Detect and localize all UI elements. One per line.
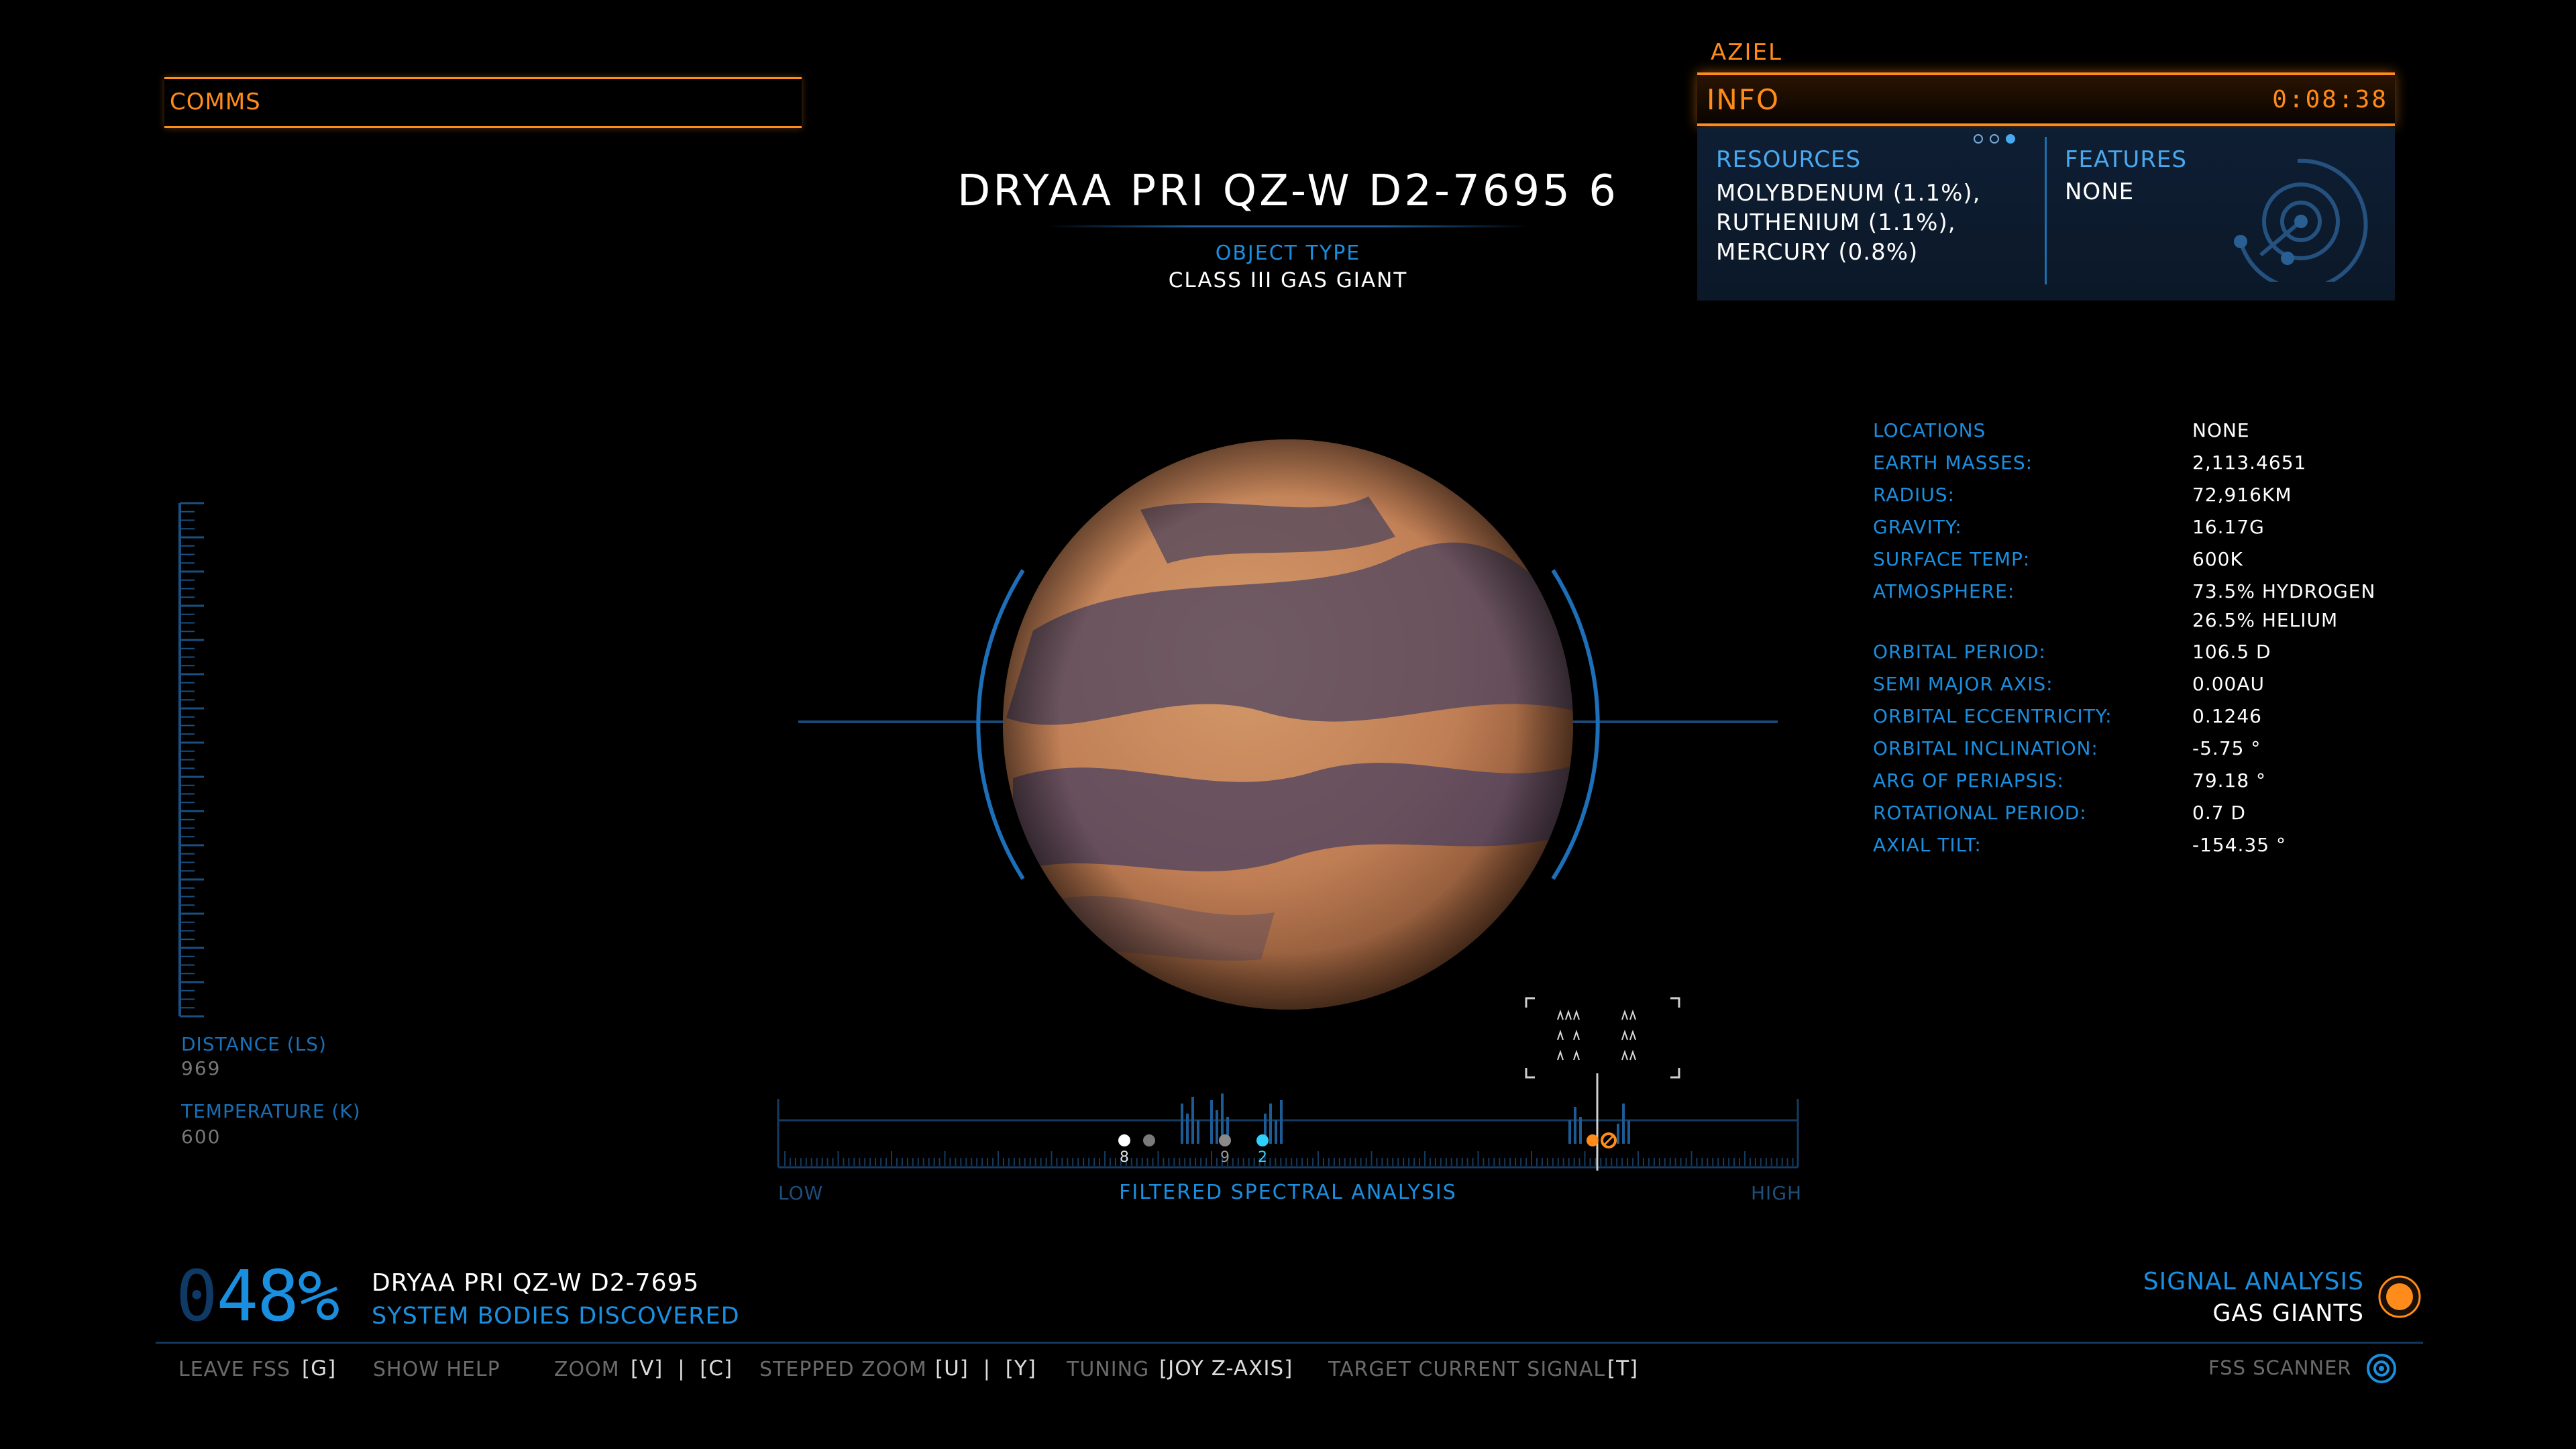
fss-scanner-icon[interactable] <box>2365 1352 2398 1385</box>
signal-type-icon <box>2378 1275 2421 1318</box>
spectrum-marker[interactable]: 8 <box>1118 1134 1130 1166</box>
signal-waveform <box>1557 1009 1636 1061</box>
stat-label: SEMI MAJOR AXIS: <box>1873 673 2053 695</box>
stat-label: ARG OF PERIAPSIS: <box>1873 769 2064 792</box>
info-body: RESOURCES MOLYBDENUM (1.1%), RUTHENIUM (… <box>1697 127 2395 301</box>
stat-value: 600K <box>2192 548 2243 570</box>
page-dot-2[interactable] <box>1990 134 1999 144</box>
spectrum-low-label: LOW <box>778 1182 824 1204</box>
discovery-percent: 048% <box>176 1261 339 1331</box>
marker-label: 9 <box>1220 1149 1230 1166</box>
signal-peaks <box>1181 1093 1630 1144</box>
stat-label: EARTH MASSES: <box>1873 451 2033 474</box>
info-header[interactable]: INFO 0:08:38 <box>1697 72 2395 126</box>
spectrum-high-label: HIGH <box>1751 1182 1803 1204</box>
signal-target-bracket <box>1525 997 1680 1079</box>
distance-value: 969 <box>181 1057 221 1079</box>
stat-value: 26.5% HELIUM <box>2192 609 2339 631</box>
stat-label: LOCATIONS <box>1873 419 1986 441</box>
tuning-label[interactable]: TUNING <box>1067 1358 1149 1381</box>
stat-label: ORBITAL INCLINATION: <box>1873 737 2098 759</box>
stat-label: ATMOSPHERE: <box>1873 580 2015 602</box>
stat-value: 0.1246 <box>2192 705 2262 727</box>
title-underline <box>1046 225 1529 227</box>
session-timer: 0:08:38 <box>2272 86 2388 113</box>
stat-value: -154.35 ° <box>2192 834 2286 856</box>
spectrum-marker[interactable] <box>1143 1134 1155 1146</box>
stat-label: RADIUS: <box>1873 484 1955 506</box>
stat-value: 73.5% HYDROGEN <box>2192 580 2376 602</box>
signal-analysis-value: GAS GIANTS <box>2212 1300 2364 1327</box>
stat-label: GRAVITY: <box>1873 516 1962 538</box>
spectrum-marker-gas-giant[interactable] <box>1587 1132 1617 1148</box>
leave-fss-label[interactable]: LEAVE FSS <box>178 1358 290 1381</box>
stat-label: ROTATIONAL PERIOD: <box>1873 802 2087 824</box>
zoom-label[interactable]: ZOOM <box>554 1358 620 1381</box>
radar-icon <box>2234 158 2368 282</box>
stat-label: AXIAL TILT: <box>1873 834 1982 856</box>
stat-value: 106.5 D <box>2192 641 2271 663</box>
stat-value: 0.00AU <box>2192 673 2265 695</box>
body-name: DRYAA PRI QZ-W D2-7695 6 <box>957 166 1619 216</box>
spectrum-marker[interactable]: 2 <box>1256 1134 1269 1166</box>
info-title: INFO <box>1707 83 1780 116</box>
features-label: FEATURES <box>2065 146 2188 173</box>
spectrum-ticks <box>784 1151 1799 1166</box>
planet-view[interactable] <box>792 429 1784 1020</box>
percent-value: 48% <box>216 1255 340 1337</box>
signal-analysis-label: SIGNAL ANALYSIS <box>2143 1268 2364 1295</box>
target-signal-label[interactable]: TARGET CURRENT SIGNAL <box>1328 1358 1605 1381</box>
spectrum-analyzer[interactable]: 8 9 2 <box>771 993 1805 1194</box>
discovery-caption: SYSTEM BODIES DISCOVERED <box>372 1303 740 1330</box>
info-divider <box>2045 137 2047 284</box>
stat-value: 79.18 ° <box>2192 769 2267 792</box>
resources-label: RESOURCES <box>1716 146 1862 173</box>
resource-item: MERCURY (0.8%) <box>1716 239 1919 266</box>
stat-value: -5.75 ° <box>2192 737 2261 759</box>
percent-prefix: 0 <box>176 1255 218 1337</box>
comms-label: COMMS <box>170 89 261 115</box>
stat-value: 2,113.4651 <box>2192 451 2307 474</box>
stat-value: NONE <box>2192 419 2250 441</box>
zoom-keys: [V] | [C] <box>631 1356 733 1381</box>
commander-name: AZIEL <box>1711 39 1783 66</box>
features-value: NONE <box>2065 178 2135 205</box>
stat-label: ORBITAL PERIOD: <box>1873 641 2046 663</box>
temperature-value: 600 <box>181 1126 221 1148</box>
spectrum-marker[interactable]: 9 <box>1219 1134 1231 1166</box>
stepped-zoom-label[interactable]: STEPPED ZOOM <box>759 1358 927 1381</box>
stat-label: ORBITAL ECCENTRICITY: <box>1873 705 2112 727</box>
resource-item: MOLYBDENUM (1.1%), <box>1716 180 1981 207</box>
distance-gauge <box>178 502 204 1018</box>
stat-value: 0.7 D <box>2192 802 2246 824</box>
control-bar-divider <box>156 1342 2423 1344</box>
object-type-value: CLASS III GAS GIANT <box>1168 268 1408 292</box>
marker-label: 8 <box>1120 1149 1129 1166</box>
target-signal-key: [T] <box>1607 1356 1639 1381</box>
system-name: DRYAA PRI QZ-W D2-7695 <box>372 1269 700 1297</box>
comms-panel[interactable]: COMMS <box>164 77 802 128</box>
temperature-label: TEMPERATURE (K) <box>181 1100 361 1122</box>
fss-scanner-label: FSS SCANNER <box>2208 1356 2352 1379</box>
stat-value: 72,916KM <box>2192 484 2292 506</box>
spectrum-title: FILTERED SPECTRAL ANALYSIS <box>1119 1181 1457 1204</box>
stat-value: 16.17G <box>2192 516 2265 538</box>
resource-item: RUTHENIUM (1.1%), <box>1716 209 1956 236</box>
stepped-zoom-keys: [U] | [Y] <box>935 1356 1036 1381</box>
show-help-label[interactable]: SHOW HELP <box>373 1358 500 1381</box>
resources-list: MOLYBDENUM (1.1%), RUTHENIUM (1.1%), MER… <box>1716 178 1980 267</box>
tuning-key: [JOY Z-AXIS] <box>1159 1356 1293 1381</box>
leave-fss-key: [G] <box>302 1356 337 1381</box>
marker-label: 2 <box>1258 1149 1267 1166</box>
page-dot-3[interactable] <box>2006 134 2015 144</box>
distance-label: DISTANCE (LS) <box>181 1033 327 1055</box>
page-dot-1[interactable] <box>1974 134 1983 144</box>
object-type-label: OBJECT TYPE <box>1215 241 1361 265</box>
stat-label: SURFACE TEMP: <box>1873 548 2031 570</box>
